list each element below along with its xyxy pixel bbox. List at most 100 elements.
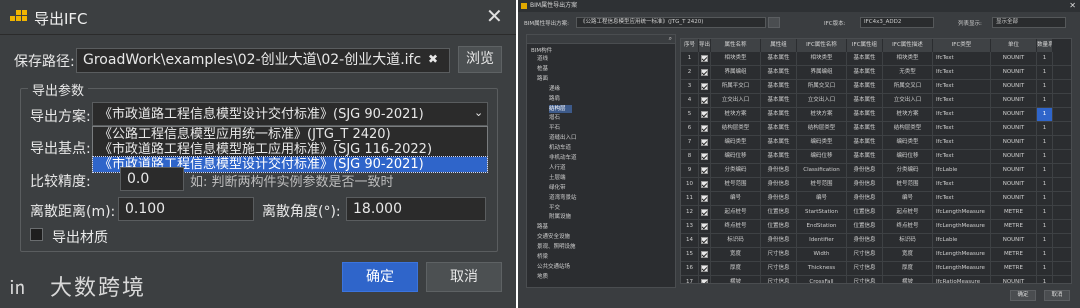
save-path-input[interactable]: GroadWork\examples\02-创业大道\02-创业大道.ifc: [76, 48, 450, 73]
cancel-button[interactable]: 取消: [1044, 290, 1070, 301]
table-row[interactable]: 14 标识码 身份信息 Identifier 身份信息 标识码 IfcLable NOUNIT…: [681, 234, 1071, 248]
table-row[interactable]: 5 桩块方案 基本属性 桩块方案 基本属性 桩块方案 IfcText NOUNIT 1: [681, 108, 1071, 122]
tree-node-selected[interactable]: 结构层: [549, 104, 572, 113]
export-checkbox-cell[interactable]: [699, 52, 711, 65]
checkbox-checked-icon[interactable]: [701, 223, 708, 230]
cancel-button[interactable]: 取消: [426, 262, 502, 292]
ifc-version-select[interactable]: IFC4x3_ADD2: [860, 17, 934, 28]
chevron-down-icon[interactable]: ⌄: [474, 106, 483, 119]
checkbox-checked-icon[interactable]: [701, 167, 708, 174]
tree-node[interactable]: 交通安全设施: [537, 233, 570, 241]
column-header[interactable]: 单位: [991, 39, 1037, 52]
column-header[interactable]: IFC类型: [933, 39, 991, 52]
discrete-angle-input[interactable]: 18.000: [346, 197, 486, 221]
column-header[interactable]: 数量系数: [1037, 39, 1053, 52]
ok-button[interactable]: 确定: [342, 262, 418, 292]
column-header[interactable]: 属性组: [761, 39, 797, 52]
tree-node[interactable]: 道线: [537, 55, 548, 63]
scheme-select[interactable]: 《市政道路工程信息模型设计交付标准》(SJG 90-2021): [92, 102, 488, 126]
table-row[interactable]: 13 终点桩号 位置信息 EndStation 位置信息 终点桩号 IfcLengthMea…: [681, 220, 1071, 234]
table-row[interactable]: 17 横坡 尺寸信息 CrossFall 尺寸信息 横坡 IfcRatioMeasure NO…: [681, 276, 1071, 283]
checkbox-checked-icon[interactable]: [701, 69, 708, 76]
table-row[interactable]: 2 界属编组 基本属性 界属编组 基本属性 无类型 IfcText NOUNIT 1: [681, 66, 1071, 80]
checkbox-checked-icon[interactable]: [701, 209, 708, 216]
export-material-checkbox[interactable]: [30, 228, 43, 241]
export-checkbox-cell[interactable]: [699, 220, 711, 233]
export-checkbox-cell[interactable]: [699, 136, 711, 149]
checkbox-checked-icon[interactable]: [701, 195, 708, 202]
column-header[interactable]: IFC属性名称: [797, 39, 847, 52]
column-header[interactable]: IFC属性描述: [883, 39, 933, 52]
tree-node[interactable]: 公共交通站场: [537, 263, 570, 271]
export-checkbox-cell[interactable]: [699, 94, 711, 107]
export-checkbox-cell[interactable]: [699, 206, 711, 219]
export-checkbox-cell[interactable]: [699, 178, 711, 191]
tree-node[interactable]: 平交: [549, 204, 560, 212]
checkbox-checked-icon[interactable]: [701, 139, 708, 146]
precision-select[interactable]: 0.0: [120, 167, 184, 191]
scheme-select[interactable]: 《公路工程信息模型应用统一标准》(JTG_T 2420): [576, 17, 766, 28]
table-row[interactable]: 1 相块类型 基本属性 相块类型 基本属性 相块类型 IfcText NOUNIT 1: [681, 52, 1071, 66]
discrete-distance-input[interactable]: 0.100: [118, 197, 254, 221]
tree-node[interactable]: 非机动车道: [549, 154, 577, 162]
export-checkbox-cell[interactable]: [699, 80, 711, 93]
tree-node[interactable]: 人行道: [549, 164, 566, 172]
clear-icon[interactable]: ✖: [428, 52, 438, 66]
ok-button[interactable]: 确定: [1010, 290, 1036, 301]
table-row[interactable]: 3 所属平交口 基本属性 所属交叉口 基本属性 所属交叉口 IfcText NOUNIT 1: [681, 80, 1071, 94]
tree-node[interactable]: 路面: [537, 75, 548, 83]
checkbox-checked-icon[interactable]: [701, 251, 708, 258]
tree-node[interactable]: 附属设施: [549, 213, 571, 221]
checkbox-checked-icon[interactable]: [701, 237, 708, 244]
tree-node[interactable]: 绿化带: [549, 184, 566, 192]
table-row[interactable]: 6 结构层类型 基本属性 结构层类型 基本属性 结构层类型 IfcText NOUNIT 1: [681, 122, 1071, 136]
checkbox-checked-icon[interactable]: [701, 181, 708, 188]
checkbox-checked-icon[interactable]: [701, 279, 708, 283]
table-row[interactable]: 15 宽度 尺寸信息 Width 尺寸信息 宽度 IfcLengthMeasure METRE…: [681, 248, 1071, 262]
tree-node[interactable]: 桥梁: [537, 253, 548, 261]
export-checkbox-cell[interactable]: [699, 164, 711, 177]
export-checkbox-cell[interactable]: [699, 276, 711, 283]
table-row[interactable]: 4 立交出入口 基本属性 立交出入口 基本属性 立交出入口 IfcText NOUNIT 1: [681, 94, 1071, 108]
export-checkbox-cell[interactable]: [699, 66, 711, 79]
export-checkbox-cell[interactable]: [699, 262, 711, 275]
checkbox-checked-icon[interactable]: [701, 97, 708, 104]
table-row[interactable]: 11 编号 身份信息 编号 身份信息 编号 IfcText NOUNIT 1: [681, 192, 1071, 206]
tree-node[interactable]: 道湾弯景站: [549, 194, 577, 202]
export-checkbox-cell[interactable]: [699, 248, 711, 261]
tree-node[interactable]: BIM构件: [531, 47, 552, 55]
tree-node[interactable]: 景观、照明设施: [537, 243, 576, 251]
search-icon[interactable]: ⌕: [669, 35, 672, 43]
tree-node[interactable]: 增石: [549, 114, 560, 122]
list-display-select[interactable]: 显示全部: [992, 17, 1066, 28]
browse-button[interactable]: 浏览: [458, 46, 502, 73]
tree-node[interactable]: 地质: [537, 273, 548, 281]
checkbox-checked-icon[interactable]: [701, 125, 708, 132]
table-row[interactable]: 12 起点桩号 位置信息 StartStation 位置信息 起点桩号 IfcLengthM…: [681, 206, 1071, 220]
close-icon[interactable]: ✕: [486, 6, 503, 26]
export-checkbox-cell[interactable]: [699, 150, 711, 163]
checkbox-checked-icon[interactable]: [701, 265, 708, 272]
checkbox-checked-icon[interactable]: [701, 111, 708, 118]
export-checkbox-cell[interactable]: [699, 234, 711, 247]
edit-scheme-icon[interactable]: [768, 17, 780, 28]
tree-node[interactable]: 路基: [537, 223, 548, 231]
checkbox-checked-icon[interactable]: [701, 153, 708, 160]
scheme-option[interactable]: 《公路工程信息模型应用统一标准》(JTG_T 2420): [93, 127, 487, 142]
close-icon[interactable]: ✕: [1069, 0, 1076, 12]
tree-node[interactable]: 递缘: [549, 85, 560, 93]
table-row[interactable]: 16 厚度 尺寸信息 Thickness 尺寸信息 厚度 IfcLengthMeasure M…: [681, 262, 1071, 276]
column-header[interactable]: 导出: [699, 39, 711, 52]
export-checkbox-cell[interactable]: [699, 122, 711, 135]
tree-node[interactable]: 机动车道: [549, 144, 571, 152]
export-checkbox-cell[interactable]: [699, 192, 711, 205]
column-header[interactable]: 属性名称: [711, 39, 761, 52]
column-header[interactable]: IFC属性组: [847, 39, 883, 52]
checkbox-checked-icon[interactable]: [701, 55, 708, 62]
checkbox-checked-icon[interactable]: [701, 83, 708, 90]
scheme-option[interactable]: 《市政道路工程信息模型施工应用标准》(SJG 116-2022): [93, 142, 487, 157]
table-row[interactable]: 7 编码类型 基本属性 编码类型 基本属性 编码类型 IfcText NOUNIT 1: [681, 136, 1071, 150]
tree-node[interactable]: 道缝出入口: [549, 134, 577, 142]
export-checkbox-cell[interactable]: [699, 108, 711, 121]
column-header[interactable]: 序号: [681, 39, 699, 52]
